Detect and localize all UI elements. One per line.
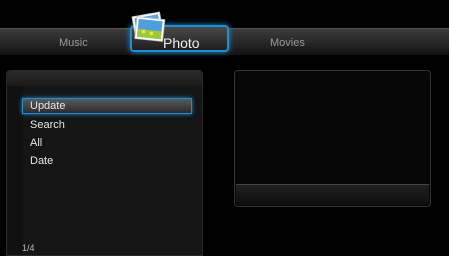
photo-icon: [131, 11, 166, 42]
tab-music[interactable]: Music: [59, 37, 88, 49]
menu-item-all[interactable]: All: [30, 137, 42, 149]
tab-photo-label: Photo: [163, 35, 200, 51]
menu-panel-header: [7, 71, 202, 86]
menu-item-update[interactable]: Update: [30, 100, 65, 112]
menu-item-search[interactable]: Search: [30, 119, 65, 131]
page-counter: 1/4: [22, 243, 35, 253]
menu-item-date[interactable]: Date: [30, 155, 53, 167]
preview-panel: [234, 70, 431, 207]
tab-movies[interactable]: Movies: [270, 37, 305, 49]
preview-info-bar: [236, 184, 429, 205]
